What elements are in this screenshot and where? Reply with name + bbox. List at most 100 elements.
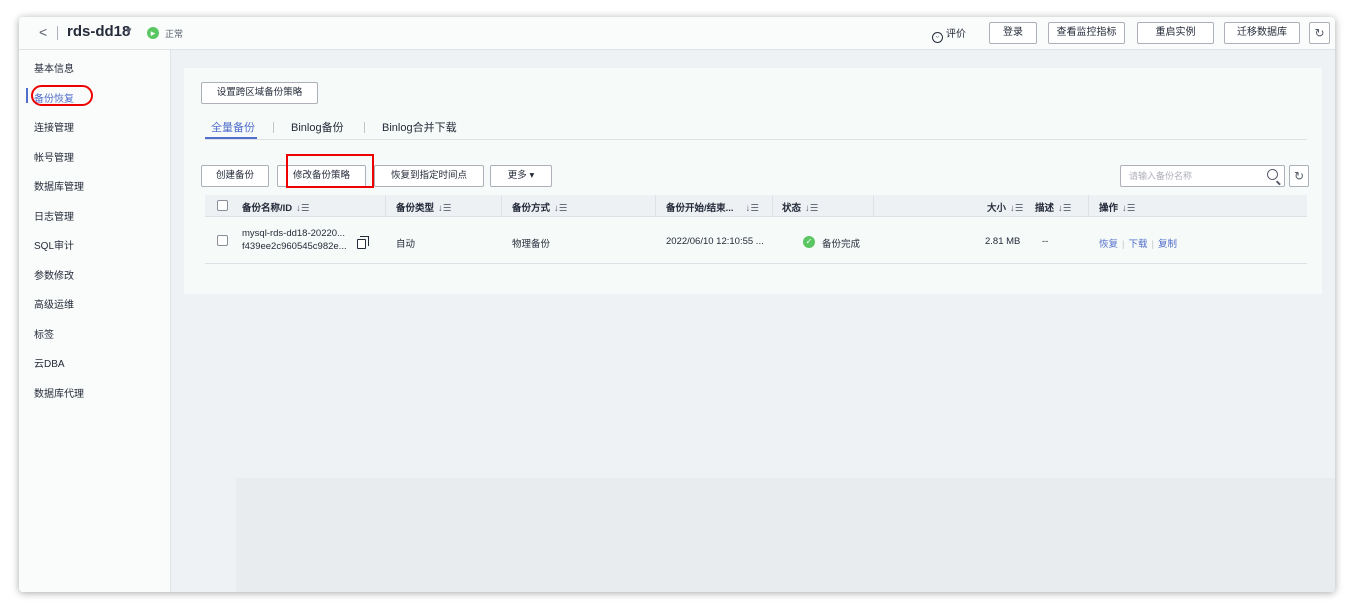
login-button[interactable]: 登录 bbox=[989, 22, 1037, 44]
column-header-name[interactable]: 备份名称/ID ↓☰ bbox=[242, 200, 309, 214]
column-header-type[interactable]: 备份类型 ↓☰ bbox=[396, 200, 451, 214]
copy-icon[interactable] bbox=[357, 236, 369, 249]
sidebar-item-connection[interactable]: 连接管理 bbox=[34, 119, 74, 134]
column-header-status[interactable]: 状态 ↓☰ bbox=[782, 200, 818, 214]
row-actions: 恢复 | 下载 | 复制 bbox=[1099, 236, 1177, 250]
sidebar-item-db-proxy[interactable]: 数据库代理 bbox=[34, 385, 84, 400]
sort-icon[interactable]: ↓☰ bbox=[1058, 203, 1071, 214]
sort-icon[interactable]: ↓☰ bbox=[805, 203, 818, 214]
column-label: 备份方式 bbox=[512, 203, 551, 214]
more-label: 更多 bbox=[507, 170, 527, 181]
sidebar-item-sql-audit[interactable]: SQL审计 bbox=[34, 237, 74, 252]
sidebar-item-accounts[interactable]: 帐号管理 bbox=[34, 149, 74, 164]
header-divider bbox=[57, 26, 58, 40]
app-window: < rds-dd18 ▾ ▸ 正常 ᵕ 评价 登录 查看监控指标 重启实例 迁移数… bbox=[19, 17, 1335, 592]
sidebar-item-cloud-dba[interactable]: 云DBA bbox=[34, 355, 65, 370]
download-link[interactable]: 下载 bbox=[1128, 239, 1147, 250]
view-metrics-button[interactable]: 查看监控指标 bbox=[1048, 22, 1125, 44]
sidebar: 基本信息 备份恢复 连接管理 帐号管理 数据库管理 日志管理 SQL审计 参数修… bbox=[19, 50, 171, 592]
sort-icon[interactable]: ↓☰ bbox=[554, 203, 567, 214]
sort-icon[interactable]: ↓☰ bbox=[1010, 203, 1023, 214]
backup-description: -- bbox=[1042, 236, 1049, 247]
sidebar-item-databases[interactable]: 数据库管理 bbox=[34, 178, 84, 193]
column-divider bbox=[873, 195, 874, 217]
restore-link[interactable]: 恢复 bbox=[1099, 239, 1118, 250]
column-header-actions: 操作 ↓☰ bbox=[1099, 200, 1135, 214]
tab-binlog-backup[interactable]: Binlog备份 bbox=[291, 119, 344, 135]
restore-to-point-button[interactable]: 恢复到指定时间点 bbox=[374, 165, 484, 187]
select-all-checkbox[interactable] bbox=[217, 200, 228, 211]
status-running-icon: ▸ bbox=[147, 27, 159, 39]
refresh-icon[interactable]: ↻ bbox=[1309, 22, 1330, 44]
create-backup-button[interactable]: 创建备份 bbox=[201, 165, 269, 187]
table-row: mysql-rds-dd18-20220... f439ee2c960545c9… bbox=[205, 217, 1307, 264]
check-circle-icon: ✓ bbox=[803, 236, 815, 248]
table-header: 备份名称/ID ↓☰ 备份类型 ↓☰ 备份方式 ↓☰ 备份开始/结束... ↓☰ 状态 ↓… bbox=[205, 195, 1307, 217]
tab-binlog-merge-download[interactable]: Binlog合并下载 bbox=[382, 119, 457, 135]
column-divider bbox=[501, 195, 502, 217]
sidebar-item-parameters[interactable]: 参数修改 bbox=[34, 267, 74, 282]
search-icon[interactable] bbox=[1267, 169, 1278, 180]
column-label: 描述 bbox=[1035, 203, 1055, 214]
column-header-time[interactable]: 备份开始/结束... ↓☰ bbox=[666, 200, 759, 214]
more-dropdown-button[interactable]: 更多 ▾ bbox=[490, 165, 552, 187]
rate-label: 评价 bbox=[946, 29, 966, 40]
chevron-down-icon: ▾ bbox=[529, 170, 535, 181]
backup-name: mysql-rds-dd18-20220... bbox=[242, 228, 345, 239]
sidebar-active-indicator bbox=[26, 88, 28, 103]
column-label: 备份类型 bbox=[396, 203, 435, 214]
column-divider bbox=[385, 195, 386, 217]
tab-full-backup[interactable]: 全量备份 bbox=[211, 119, 255, 135]
column-header-size[interactable]: 大小 ↓☰ bbox=[987, 200, 1023, 214]
sidebar-item-logs[interactable]: 日志管理 bbox=[34, 208, 74, 223]
column-header-method[interactable]: 备份方式 ↓☰ bbox=[512, 200, 567, 214]
sort-icon[interactable]: ↓☰ bbox=[438, 203, 451, 214]
backup-method: 物理备份 bbox=[512, 239, 551, 250]
backup-time: 2022/06/10 12:10:55 ... bbox=[666, 236, 764, 247]
chevron-left-icon[interactable]: < bbox=[39, 24, 47, 40]
sidebar-item-advanced-ops[interactable]: 高级运维 bbox=[34, 296, 74, 311]
sort-icon[interactable]: ↓☰ bbox=[746, 203, 759, 214]
sort-icon[interactable]: ↓☰ bbox=[296, 203, 309, 214]
active-tab-indicator bbox=[205, 137, 257, 139]
reboot-instance-button[interactable]: 重启实例 bbox=[1137, 22, 1214, 44]
copy-link[interactable]: 复制 bbox=[1158, 239, 1177, 250]
column-label: 备份名称/ID bbox=[242, 203, 293, 214]
column-label: 状态 bbox=[782, 203, 802, 214]
migrate-database-button[interactable]: 迁移数据库 bbox=[1224, 22, 1300, 44]
instance-name: rds-dd18 bbox=[67, 23, 131, 40]
backup-search bbox=[1120, 165, 1285, 187]
instance-header: < rds-dd18 ▾ ▸ 正常 ᵕ 评价 登录 查看监控指标 重启实例 迁移数… bbox=[19, 17, 1335, 50]
action-divider: | bbox=[1122, 239, 1125, 250]
background-area bbox=[236, 478, 1335, 592]
column-label: 备份开始/结束... bbox=[666, 203, 734, 214]
highlight-box bbox=[286, 154, 374, 188]
row-checkbox[interactable] bbox=[217, 235, 228, 246]
rate-link[interactable]: ᵕ 评价 bbox=[932, 25, 966, 43]
column-label: 操作 bbox=[1099, 203, 1119, 214]
sort-icon[interactable]: ↓☰ bbox=[1122, 203, 1135, 214]
cross-region-policy-button[interactable]: 设置跨区域备份策略 bbox=[201, 82, 318, 104]
column-divider bbox=[1088, 195, 1089, 217]
column-label: 大小 bbox=[987, 203, 1007, 214]
tab-divider bbox=[273, 122, 274, 133]
sidebar-item-tags[interactable]: 标签 bbox=[34, 326, 54, 341]
backup-status: 备份完成 bbox=[822, 239, 861, 250]
smile-icon: ᵕ bbox=[932, 32, 943, 43]
backup-size: 2.81 MB bbox=[985, 236, 1021, 247]
backup-type: 自动 bbox=[396, 239, 416, 250]
column-divider bbox=[772, 195, 773, 217]
column-header-description[interactable]: 描述 ↓☰ bbox=[1035, 200, 1071, 214]
instance-dropdown-icon[interactable]: ▾ bbox=[126, 24, 132, 37]
backup-id: f439ee2c960545c982e... bbox=[242, 241, 347, 252]
search-input[interactable] bbox=[1121, 166, 1256, 186]
backup-panel: 设置跨区域备份策略 全量备份 Binlog备份 Binlog合并下载 创建备份 … bbox=[184, 68, 1322, 294]
instance-status: 正常 bbox=[165, 29, 184, 39]
column-divider bbox=[655, 195, 656, 217]
action-divider: | bbox=[1151, 239, 1154, 250]
highlight-oval bbox=[31, 85, 93, 106]
refresh-icon[interactable]: ↻ bbox=[1289, 165, 1309, 187]
tab-bar-divider bbox=[205, 139, 1307, 140]
tab-divider bbox=[364, 122, 365, 133]
sidebar-item-basic-info[interactable]: 基本信息 bbox=[34, 60, 74, 75]
